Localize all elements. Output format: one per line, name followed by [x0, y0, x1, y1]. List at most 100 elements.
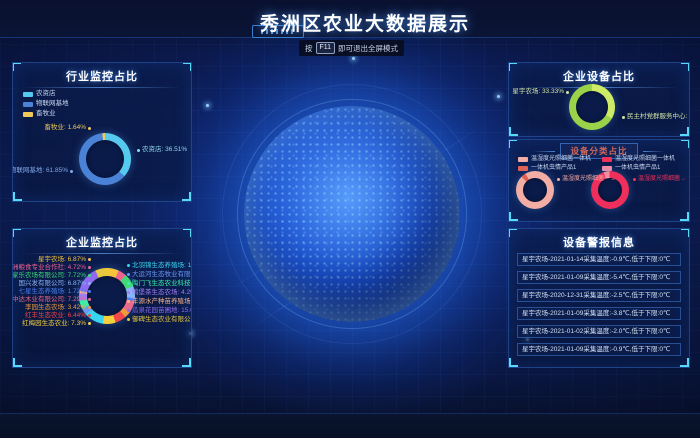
chart-labels-left: 星宇农场: 6.87%秀洲粮食专业合作社: 4.72%家乐农场有限公司: 7.7… — [12, 256, 91, 327]
chart-label: 温湿度光照细菌一→ — [557, 175, 616, 183]
chart-label: 李园生态农场: 3.42% — [25, 304, 91, 311]
chart-label: 星宇农场: 6.87% — [38, 256, 91, 263]
panel-device-alarms: 设备警报信息 星宇农场-2021-01-14采集温度:-0.9℃,低于下限:0℃… — [508, 228, 690, 368]
alarm-row: 星宇农场-2021-01-14采集温度:-0.9℃,低于下限:0℃ — [517, 253, 681, 266]
chart-label-text: 李园生态农场: 3.42% — [25, 304, 86, 311]
f11-key: F11 — [316, 42, 336, 54]
hint-suffix: 即可退出全屏模式 — [338, 43, 398, 54]
label-dot — [88, 322, 91, 325]
legend-label: 一体机虫情产品1 — [615, 164, 660, 172]
label-dot — [127, 309, 130, 312]
chart-label-text: 御碑生态农业有限公司: 6.87% — [132, 316, 192, 323]
chart-label: 七星生态养殖场: 1.72% — [18, 288, 91, 295]
chart-label: 大运河生态牧业有限责任公 — [127, 271, 192, 278]
label-dot — [127, 273, 130, 276]
chart-legend: 温湿度光照细菌一体机一体机虫情产品1 — [602, 155, 675, 172]
chart-label: 国兴发有限公司: 6.87% — [18, 280, 91, 287]
chart-legend: 温湿度光照细菌一体机一体机虫情产品1 — [518, 155, 591, 172]
decor-line — [533, 151, 555, 152]
alarm-list: 星宇农场-2021-01-14采集温度:-0.9℃,低于下限:0℃ 星宇农场-20… — [517, 253, 681, 361]
legend-swatch — [518, 166, 528, 171]
panel-enterprise-monitoring: 企业监控占比 星宇农场: 6.87%秀洲粮食专业合作社: 4.72%家乐农场有限… — [12, 228, 192, 368]
chart-label: 星宇农场: 33.33% — [512, 88, 569, 96]
page-title: 秀洲区农业大数据展示 — [260, 9, 470, 36]
label-dot — [88, 314, 91, 317]
divider — [23, 253, 181, 254]
label-dot — [127, 318, 130, 321]
spark-dot — [497, 95, 500, 98]
panel-industry-monitoring: 行业监控占比 农资店物联网基地畜牧业 畜牧业: 1.64% 农资店: 36.51… — [12, 62, 192, 202]
legend-swatch — [23, 112, 33, 117]
label-dot — [88, 290, 91, 293]
donut-hole — [86, 140, 124, 178]
alarm-row: 星宇农场-2021-01-09采集温度:-0.9℃,低于下限:0℃ — [517, 343, 681, 356]
label-dot — [88, 282, 91, 285]
chart-label-text: 秀洲粮食专业合作社: 4.72% — [12, 264, 86, 271]
chart-label-text: 北羽锦生态养殖场: 11.16% — [132, 262, 192, 269]
panel-title: 设备警报信息 — [509, 234, 689, 250]
chart-label: 御碑生态农业有限公司: 6.87% — [127, 316, 192, 323]
class-left-donut-chart — [516, 171, 554, 209]
chart-label-text: 瓜泉花园苗圃地: 15.02% — [132, 307, 192, 314]
chart-label-text: 国兴发有限公司: 6.87% — [18, 280, 86, 287]
industry-donut-chart — [79, 133, 131, 185]
legend-item: 温湿度光照细菌一体机 — [602, 155, 675, 163]
chart-label: 红丰生态农业: 6.44% — [25, 312, 91, 319]
label-dot — [88, 306, 91, 309]
dashboard: 秀洲区农业大数据展示 按 F11 即可退出全屏模式 行业监控占比 农资店物联网基… — [0, 0, 700, 438]
legend-label: 温湿度光照细菌一体机 — [531, 155, 591, 163]
chart-label: 农资店: 36.51% — [137, 146, 187, 154]
label-dot — [88, 274, 91, 277]
chart-label: 陶门飞生态农业科技有限公 — [127, 280, 192, 287]
panel-enterprise-device: 企业设备占比 星宇农场: 33.33% 民主村党群服务中心: — [508, 62, 690, 137]
chart-label-text: 陶门飞生态农业科技有限公 — [132, 280, 192, 287]
spark-dot — [352, 57, 355, 60]
legend-label: 农资店 — [36, 90, 56, 98]
label-dot — [88, 298, 91, 301]
chart-label: 中达木业有限公司: 7.29% — [12, 296, 91, 303]
panel-title: 企业设备占比 — [509, 68, 689, 84]
chart-label: 红梅园生态农业: 7.3% — [22, 320, 91, 327]
panel-title: 企业监控占比 — [13, 234, 191, 250]
chart-label: 家乐农场有限公司: 7.72% — [12, 272, 91, 279]
legend-swatch — [602, 166, 612, 171]
chart-label-text: 丰源水产种苗养殖场: 1. — [132, 298, 192, 305]
chart-label: 畜牧业: 1.64% — [44, 124, 91, 132]
legend-label: 畜牧业 — [36, 110, 56, 118]
donut-hole — [87, 276, 127, 316]
alarm-row: 星宇农场-2021-01-09采集温度:-5.4℃,低于下限:0℃ — [517, 271, 681, 284]
chart-label-text: 家乐农场有限公司: 7.72% — [12, 272, 86, 279]
chart-label: 民主村党群服务中心: — [622, 113, 687, 121]
divider — [23, 87, 181, 88]
donut-hole — [576, 91, 608, 123]
alarm-row: 星宇农场-2020-12-31采集温度:-2.5℃,低于下限:0℃ — [517, 289, 681, 302]
label-dot — [127, 300, 130, 303]
label-dot — [127, 282, 130, 285]
chart-label-text: 七星生态养殖场: 1.72% — [18, 288, 86, 295]
chart-legend: 农资店物联网基地畜牧业 — [23, 90, 69, 118]
label-dot — [127, 291, 130, 294]
chart-label: 温湿度光照细菌→ — [633, 175, 686, 183]
legend-swatch — [602, 157, 612, 162]
decor-line — [643, 151, 665, 152]
legend-item: 温湿度光照细菌一体机 — [518, 155, 591, 163]
hint-prefix: 按 — [305, 43, 313, 54]
label-dot — [88, 266, 91, 269]
label-dot — [88, 258, 91, 261]
label-dot — [127, 264, 130, 267]
chart-label-text: 红丰生态农业: 6.44% — [25, 312, 86, 319]
globe — [244, 106, 460, 322]
panel-device-classification: 设备分类占比 温湿度光照细菌一体机一体机虫情产品1 温湿度光照细菌一体机一体机虫… — [508, 139, 690, 222]
footer-bar — [0, 413, 700, 438]
device-donut-chart — [569, 84, 615, 130]
chart-label: 秀洲粮食专业合作社: 4.72% — [12, 264, 91, 271]
legend-item: 畜牧业 — [23, 110, 69, 118]
legend-label: 物联网基地 — [36, 100, 69, 108]
alarm-row: 星宇农场-2021-01-02采集温度:-2.0℃,低于下限:0℃ — [517, 325, 681, 338]
spark-dot — [206, 104, 209, 107]
chart-label: 北羽锦生态养殖场: 11.16% — [127, 262, 192, 269]
chart-label: 鸭堡茶生态农场: 4.29% — [127, 289, 192, 296]
chart-label: 物联网基地: 61.85% — [12, 167, 73, 175]
chart-label-text: 星宇农场: 6.87% — [38, 256, 86, 263]
legend-swatch — [23, 92, 33, 97]
